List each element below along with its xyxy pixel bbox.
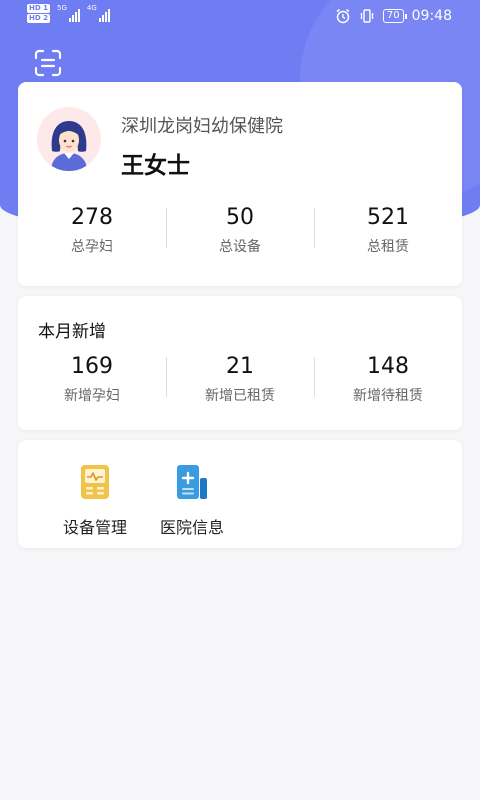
device-management-icon xyxy=(81,465,109,499)
stat-value: 278 xyxy=(71,205,113,230)
status-bar: HD 1 HD 2 5G 4G 70 09:48 xyxy=(0,0,480,34)
sim2-network-label: 4G xyxy=(86,4,97,12)
avatar-icon xyxy=(37,107,101,171)
sim1-network-label: 5G xyxy=(56,4,67,12)
sim1-signal-icon: 5G xyxy=(57,4,80,22)
hospital-name: 深圳龙岗妇幼保健院 xyxy=(121,116,283,137)
stat-label: 新增孕妇 xyxy=(64,388,120,404)
monthly-card: 本月新增 169 新增孕妇 21 新增已租赁 148 新增待租赁 xyxy=(18,296,462,430)
stat-value: 21 xyxy=(226,354,254,379)
stat-label: 新增已租赁 xyxy=(205,388,275,404)
stat-value: 521 xyxy=(367,205,409,230)
device-management-label: 设备管理 xyxy=(62,518,127,537)
monthly-stats: 169 新增孕妇 21 新增已租赁 148 新增待租赁 xyxy=(18,353,462,405)
stat-label: 总设备 xyxy=(219,239,261,255)
hd2-badge: HD 2 xyxy=(27,14,50,23)
hospital-info-label: 医院信息 xyxy=(159,518,224,537)
stat-label: 新增待租赁 xyxy=(353,388,423,404)
sim2-signal-icon: 4G xyxy=(87,4,110,22)
stat-new-pregnant[interactable]: 169 新增孕妇 xyxy=(18,353,166,405)
scan-icon[interactable] xyxy=(33,48,63,78)
stat-label: 总租赁 xyxy=(367,239,409,255)
stat-total-pregnant[interactable]: 278 总孕妇 xyxy=(18,204,166,256)
hospital-info-button[interactable]: 医院信息 xyxy=(147,460,237,538)
totals-stats: 278 总孕妇 50 总设备 521 总租赁 xyxy=(18,204,462,256)
stat-new-rented[interactable]: 21 新增已租赁 xyxy=(166,353,314,405)
avatar[interactable] xyxy=(37,107,101,171)
hospital-info-icon xyxy=(177,465,207,499)
device-management-button[interactable]: 设备管理 xyxy=(50,460,140,538)
monthly-title: 本月新增 xyxy=(38,322,106,342)
hd1-badge: HD 1 xyxy=(27,4,50,13)
stat-label: 总孕妇 xyxy=(71,239,113,255)
profile-card: 深圳龙岗妇幼保健院 王女士 278 总孕妇 50 总设备 521 总租赁 xyxy=(18,82,462,286)
vibrate-icon xyxy=(360,9,374,23)
alarm-icon xyxy=(336,8,350,24)
clock: 09:48 xyxy=(411,8,452,24)
stat-total-devices[interactable]: 50 总设备 xyxy=(166,204,314,256)
stat-value: 50 xyxy=(226,205,254,230)
stat-value: 148 xyxy=(367,354,409,379)
functions-card: 设备管理 医院信息 xyxy=(18,440,462,548)
user-name: 王女士 xyxy=(121,153,190,179)
stat-value: 169 xyxy=(71,354,113,379)
stat-total-rentals[interactable]: 521 总租赁 xyxy=(314,204,462,256)
battery-icon: 70 xyxy=(382,9,407,23)
stat-new-pending[interactable]: 148 新增待租赁 xyxy=(314,353,462,405)
